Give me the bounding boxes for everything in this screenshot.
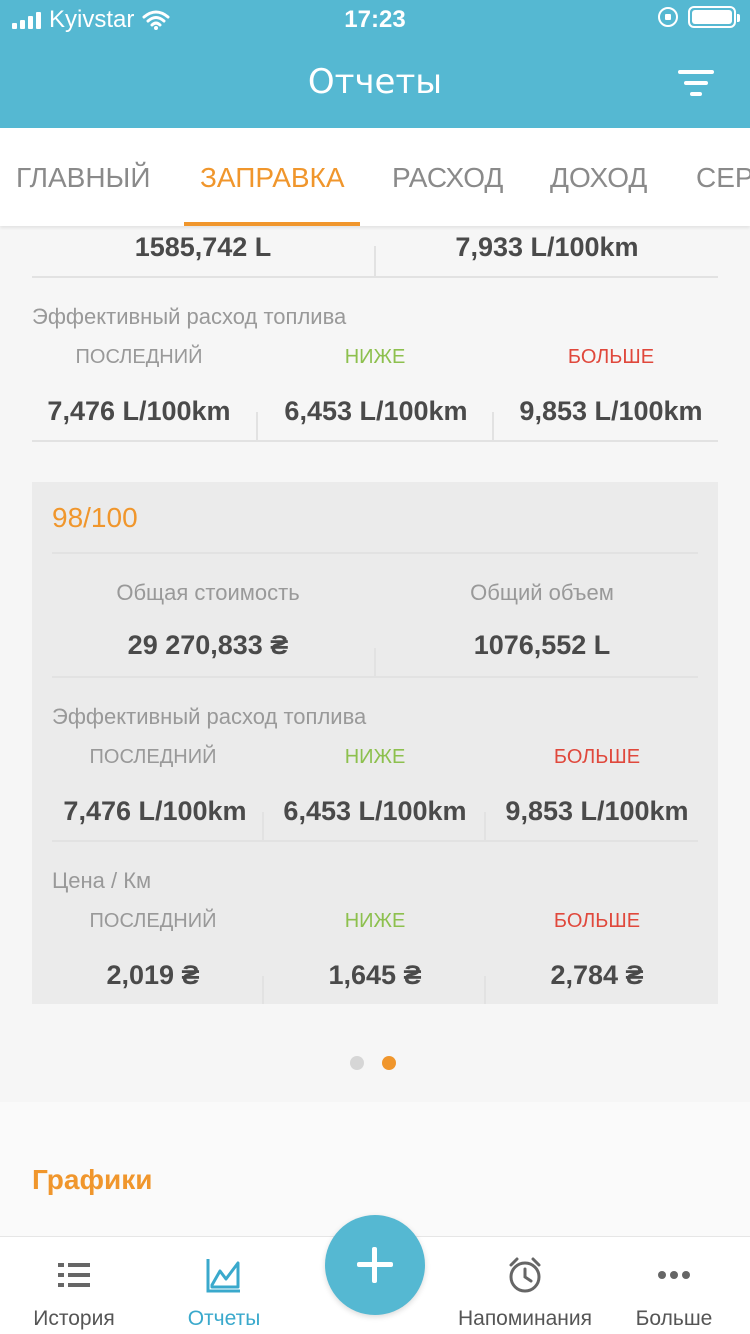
add-button[interactable]: [325, 1215, 425, 1315]
tab-refuel[interactable]: ЗАПРАВКА: [200, 162, 345, 194]
more-dots-icon: [658, 1271, 690, 1279]
total-cost-label: Общая стоимость: [116, 580, 300, 605]
nav-reminders[interactable]: Напоминания: [450, 1237, 600, 1334]
eff-higher-value: 9,853 L/100km: [519, 396, 703, 426]
nav-reports-label: Отчеты: [187, 1307, 261, 1330]
divider: [262, 976, 264, 1004]
price-per-km-label: Цена / Км: [52, 868, 152, 893]
total-volume-value: 1076,552 L: [473, 630, 611, 660]
eff-lower-value: 6,453 L/100km: [283, 796, 467, 826]
filter-icon[interactable]: [678, 70, 714, 98]
eff-last-value: 7,476 L/100km: [47, 396, 231, 426]
avg-consumption-value: 7,933 L/100km: [455, 232, 639, 262]
fuel-type-title: 98/100: [52, 502, 138, 533]
total-volume-label: Общий объем: [470, 580, 614, 605]
divider: [374, 648, 376, 676]
higher-label: БОЛЬШЕ: [567, 346, 655, 368]
nav-history[interactable]: История: [14, 1237, 134, 1334]
nav-reminders-label: Напоминания: [457, 1307, 593, 1330]
charts-title: Графики: [32, 1164, 153, 1195]
lower-label: НИЖЕ: [344, 346, 406, 368]
tab-service[interactable]: СЕР: [696, 162, 750, 194]
page-indicator: [350, 1056, 396, 1070]
divider: [262, 812, 264, 840]
nav-reports[interactable]: Отчеты: [164, 1237, 284, 1334]
divider: [374, 246, 376, 276]
page-dot[interactable]: [350, 1056, 364, 1070]
tab-bar: ГЛАВНЫЙ ЗАПРАВКА РАСХОД ДОХОД СЕР: [0, 128, 750, 226]
lower-label: НИЖЕ: [344, 746, 406, 768]
divider: [52, 840, 698, 842]
page-title: Отчеты: [307, 62, 443, 102]
status-time: 17:23: [344, 6, 406, 33]
nav-more-label: Больше: [635, 1307, 713, 1330]
price-higher-value: 2,784 ₴: [550, 960, 644, 990]
divider: [32, 440, 718, 442]
divider: [484, 812, 486, 840]
last-label: ПОСЛЕДНИЙ: [75, 346, 203, 368]
higher-label: БОЛЬШЕ: [553, 746, 641, 768]
chart-icon: [206, 1259, 240, 1293]
total-cost-value: 29 270,833 ₴: [127, 630, 289, 660]
price-lower-value: 1,645 ₴: [328, 960, 422, 990]
price-last-value: 2,019 ₴: [106, 960, 200, 990]
eff-consumption-label: Эффективный расход топлива: [32, 304, 347, 329]
total-volume-value: 1585,742 L: [134, 232, 272, 262]
eff-higher-value: 9,853 L/100km: [505, 796, 689, 826]
status-bar: Kyivstar 17:23: [0, 0, 750, 40]
divider: [52, 676, 698, 678]
battery-icon: [688, 6, 740, 28]
page-dot-active[interactable]: [382, 1056, 396, 1070]
app-header: Kyivstar 17:23 Отчеты: [0, 0, 750, 128]
lower-label: НИЖЕ: [344, 910, 406, 932]
nav-more[interactable]: Больше: [624, 1237, 724, 1334]
eff-lower-value: 6,453 L/100km: [284, 396, 468, 426]
divider: [32, 276, 718, 278]
list-icon: [58, 1263, 90, 1287]
divider: [492, 412, 494, 440]
divider: [484, 976, 486, 1004]
higher-label: БОЛЬШЕ: [553, 910, 641, 932]
last-label: ПОСЛЕДНИЙ: [89, 746, 217, 768]
tab-income[interactable]: ДОХОД: [550, 162, 647, 194]
tab-expense[interactable]: РАСХОД: [392, 162, 503, 194]
nav-history-label: История: [33, 1307, 115, 1330]
report-content[interactable]: 1585,742 L 7,933 L/100km Эффективный рас…: [0, 226, 750, 1236]
divider: [52, 552, 698, 554]
plus-icon: [372, 1247, 377, 1283]
status-right: [658, 6, 740, 28]
alarm-clock-icon: [509, 1257, 541, 1293]
rotation-lock-icon: [658, 7, 678, 27]
last-label: ПОСЛЕДНИЙ: [89, 910, 217, 932]
divider: [256, 412, 258, 440]
fuel-type-card[interactable]: 98/100 Общая стоимость Общий объем 29 27…: [32, 482, 718, 1004]
eff-consumption-label: Эффективный расход топлива: [52, 704, 367, 729]
tab-main[interactable]: ГЛАВНЫЙ: [16, 162, 150, 194]
eff-last-value: 7,476 L/100km: [63, 796, 247, 826]
